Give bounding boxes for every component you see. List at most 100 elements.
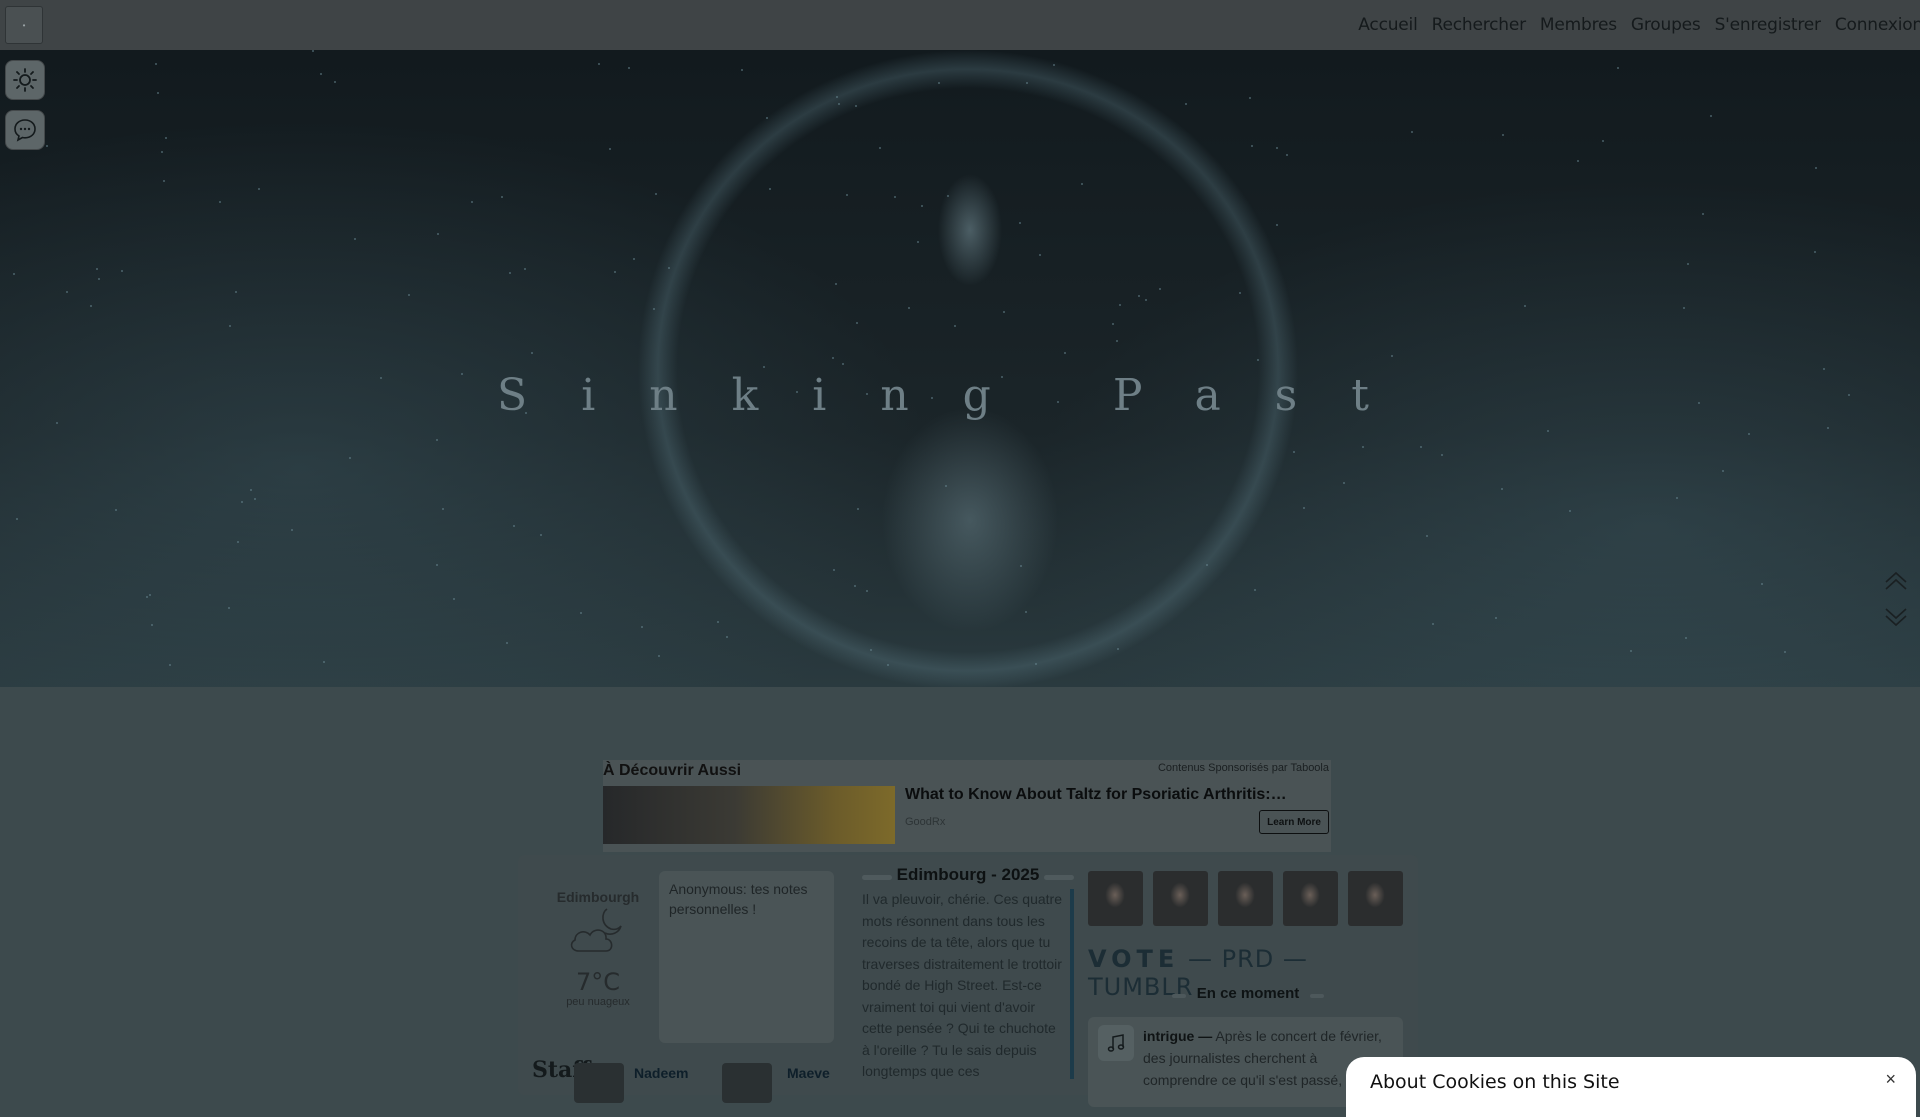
ad-thumbnail[interactable]	[603, 786, 895, 844]
star-dot	[1502, 134, 1504, 136]
star-dot	[161, 151, 163, 153]
star-dot	[165, 137, 167, 139]
star-dot	[658, 655, 660, 657]
star-dot	[1722, 470, 1724, 472]
side-toolbar	[5, 60, 45, 150]
star-dot	[1303, 507, 1305, 509]
weather-city: Edimbourgh	[556, 889, 640, 905]
star-dot	[835, 283, 837, 285]
nav-rechercher[interactable]: Rechercher	[1425, 15, 1533, 35]
star-dot	[1823, 368, 1825, 370]
star-dot	[96, 268, 98, 270]
star-dot	[1432, 623, 1434, 625]
star-dot	[1053, 64, 1055, 66]
star-dot	[1547, 430, 1549, 432]
featured-avatar[interactable]	[1218, 871, 1273, 926]
star-dot	[1003, 311, 1005, 313]
hero-banner: Sinking Past	[0, 50, 1920, 687]
star-dot	[1577, 160, 1579, 162]
sponsored-by-label[interactable]: Contenus Sponsorisés par Taboola	[1158, 762, 1329, 774]
star-dot	[66, 291, 68, 293]
star-dot	[741, 69, 743, 71]
star-dot	[1116, 340, 1118, 342]
ad-title[interactable]: What to Know About Taltz for Psoriatic A…	[905, 786, 1287, 804]
vote-link[interactable]: VOTE	[1088, 945, 1179, 973]
staff-avatar[interactable]	[722, 1063, 772, 1103]
star-dot	[1748, 433, 1750, 435]
featured-avatar[interactable]	[1283, 871, 1338, 926]
home-button[interactable]: •	[5, 6, 43, 44]
star-dot	[1145, 299, 1147, 301]
scroll-up-icon[interactable]	[1884, 570, 1908, 592]
featured-avatar[interactable]	[1153, 871, 1208, 926]
star-dot	[641, 626, 643, 628]
star-dot	[855, 105, 857, 107]
star-dot	[437, 233, 439, 235]
star-dot	[219, 201, 221, 203]
featured-avatars	[1088, 871, 1403, 926]
info-panel: Edimbourgh 7°C peu nuageux Anonymous: te…	[518, 855, 1418, 1107]
star-dot	[1495, 617, 1497, 619]
star-dot	[241, 501, 243, 503]
prd-link[interactable]: — PRD —	[1188, 945, 1308, 973]
nav-groupes[interactable]: Groupes	[1624, 15, 1708, 35]
staff-member-name[interactable]: Nadeem	[634, 1065, 688, 1081]
staff-avatar[interactable]	[574, 1063, 624, 1103]
scroll-down-icon[interactable]	[1884, 606, 1908, 628]
star-dot	[917, 241, 919, 243]
notes-box[interactable]: Anonymous: tes notes personnelles !	[659, 871, 834, 1043]
music-button[interactable]	[1098, 1025, 1134, 1061]
star-dot	[1249, 97, 1251, 99]
star-dot	[717, 621, 719, 623]
star-dot	[1815, 167, 1817, 169]
star-dot	[921, 205, 923, 207]
star-dot	[169, 664, 171, 666]
star-dot	[870, 649, 872, 651]
star-dot	[1814, 251, 1816, 253]
staff-member-name[interactable]: Maeve	[787, 1065, 830, 1081]
star-dot	[609, 148, 611, 150]
star-dot	[668, 267, 670, 269]
learn-more-button[interactable]: Learn More	[1259, 810, 1329, 834]
featured-avatar[interactable]	[1088, 871, 1143, 926]
star-dot	[856, 322, 858, 324]
star-dot	[1602, 140, 1604, 142]
star-dot	[540, 534, 542, 536]
star-dot	[1524, 305, 1526, 307]
star-dot	[1119, 304, 1121, 306]
star-dot	[931, 397, 933, 399]
star-dot	[1254, 589, 1256, 591]
star-dot	[1159, 288, 1161, 290]
story-section: Edimbourg - 2025 Il va pleuvoir, chérie.…	[862, 865, 1074, 1079]
star-dot	[121, 270, 123, 272]
theme-toggle-button[interactable]	[5, 60, 45, 100]
chat-button[interactable]	[5, 110, 45, 150]
star-dot	[1112, 323, 1114, 325]
star-dot	[228, 607, 230, 609]
star-dot	[854, 585, 856, 587]
star-dot	[1848, 394, 1850, 396]
star-dot	[1276, 147, 1278, 149]
featured-avatar[interactable]	[1348, 871, 1403, 926]
star-dot	[655, 193, 657, 195]
star-dot	[1761, 583, 1763, 585]
star-dot	[633, 258, 635, 260]
star-dot	[1698, 402, 1700, 404]
star-dot	[1286, 154, 1288, 156]
star-dot	[461, 373, 463, 375]
nav-accueil[interactable]: Accueil	[1351, 15, 1424, 35]
nav-connexion[interactable]: Connexion	[1828, 15, 1920, 35]
star-dot	[796, 391, 798, 393]
star-dot	[1020, 565, 1022, 567]
nav-membres[interactable]: Membres	[1533, 15, 1624, 35]
star-dot	[1827, 427, 1829, 429]
nav-senregistrer[interactable]: S'enregistrer	[1708, 15, 1828, 35]
star-dot	[1411, 131, 1413, 133]
star-dot	[1391, 355, 1393, 357]
star-dot	[291, 529, 293, 531]
star-dot	[1702, 213, 1704, 215]
star-dot	[1257, 359, 1259, 361]
star-dot	[1569, 510, 1571, 512]
story-heading: Edimbourg - 2025	[862, 865, 1074, 885]
sponsored-content-widget: À Découvrir Aussi Contenus Sponsorisés p…	[603, 760, 1331, 852]
